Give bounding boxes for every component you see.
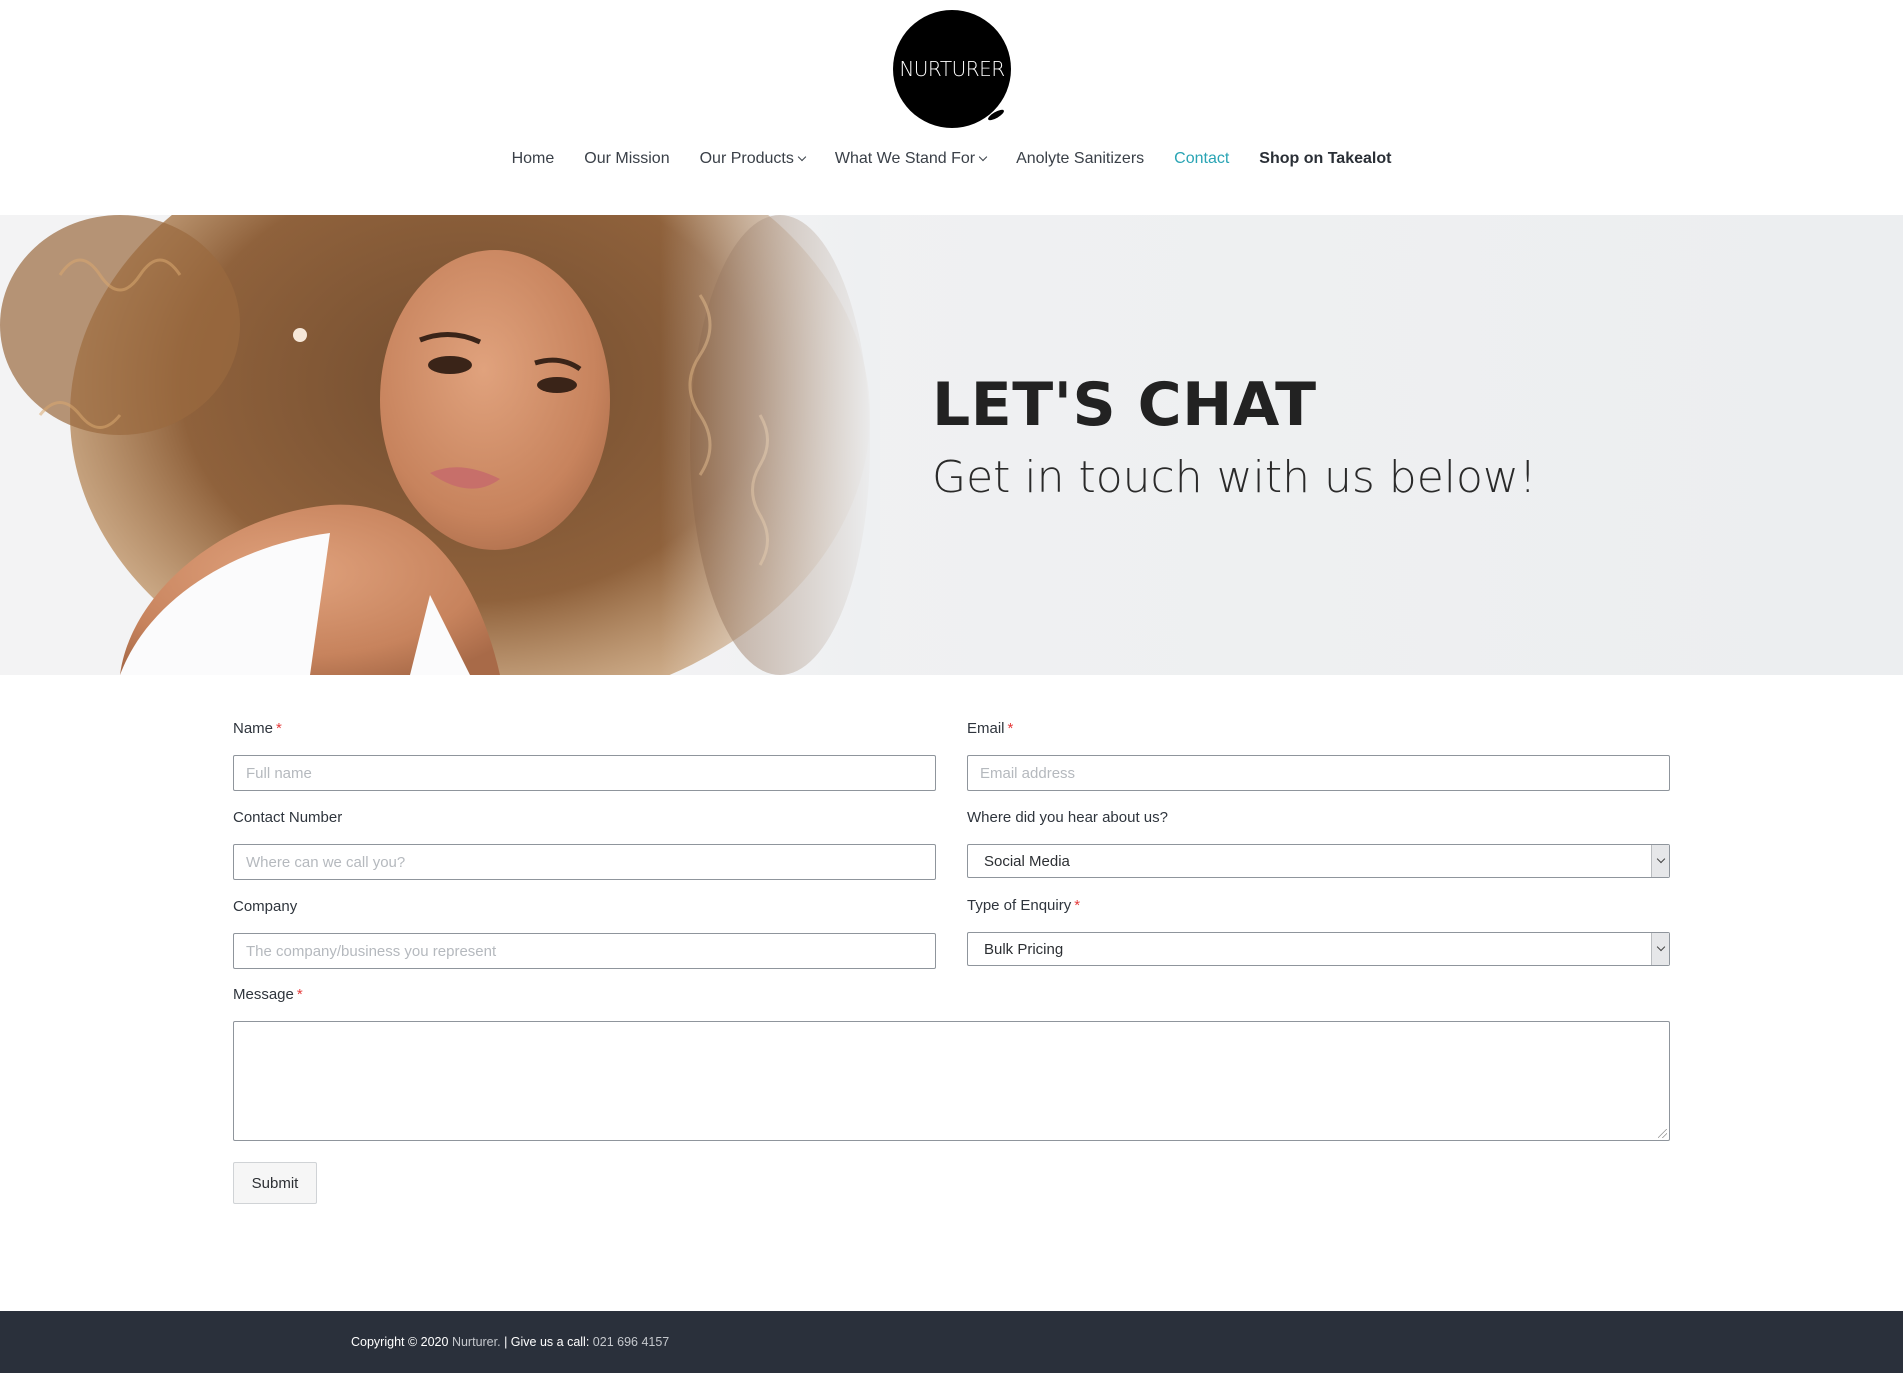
chevron-down-icon [797, 152, 807, 162]
contact-number-label: Contact Number [233, 809, 343, 826]
site-header: NURTURER Home Our Mission Our Products W… [0, 0, 1903, 215]
email-input[interactable] [967, 755, 1670, 791]
nav-home[interactable]: Home [512, 150, 555, 168]
contact-number-field-group: Contact Number [233, 809, 936, 880]
chevron-down-icon [1651, 845, 1669, 877]
nav-our-products[interactable]: Our Products [700, 150, 807, 168]
nav-anolyte-sanitizers[interactable]: Anolyte Sanitizers [1016, 150, 1144, 168]
message-field-group: Message * [233, 986, 303, 1006]
hero-title: LET'S CHAT [932, 370, 1317, 440]
submit-button[interactable]: Submit [233, 1162, 317, 1204]
enquiry-type-field-group: Type of Enquiry * Bulk Pricing [967, 897, 1670, 966]
name-field-group: Name * [233, 720, 936, 791]
message-label: Message * [233, 986, 303, 1003]
name-input[interactable] [233, 755, 936, 791]
email-label: Email * [967, 720, 1014, 737]
email-field-group: Email * [967, 720, 1670, 791]
chevron-down-icon [978, 152, 988, 162]
hero-subtitle: Get in touch with us below! [932, 452, 1537, 503]
footer-brand-link[interactable]: Nurturer. [452, 1335, 501, 1349]
company-label: Company [233, 898, 298, 915]
nav-contact[interactable]: Contact [1174, 150, 1229, 168]
site-footer: Copyright © 2020 Nurturer. | Give us a c… [0, 1311, 1903, 1373]
company-input[interactable] [233, 933, 936, 969]
company-field-group: Company [233, 898, 936, 969]
name-label: Name * [233, 720, 282, 737]
referral-select-value: Social Media [984, 852, 1070, 870]
footer-phone-link[interactable]: 021 696 4157 [593, 1335, 669, 1349]
nav-what-we-stand-for[interactable]: What We Stand For [835, 150, 988, 168]
message-textarea[interactable] [233, 1021, 1670, 1141]
nurturer-logo[interactable]: NURTURER [893, 10, 1011, 128]
nav-shop-on-takealot[interactable]: Shop on Takealot [1259, 150, 1391, 168]
main-nav: Home Our Mission Our Products What We St… [0, 150, 1903, 168]
hero-portrait-image [0, 215, 880, 675]
referral-label: Where did you hear about us? [967, 809, 1168, 826]
contact-number-input[interactable] [233, 844, 936, 880]
enquiry-type-select-value: Bulk Pricing [984, 940, 1064, 958]
referral-field-group: Where did you hear about us? Social Medi… [967, 809, 1670, 878]
logo-text: NURTURER [899, 57, 1005, 81]
resize-handle-icon[interactable] [1658, 1129, 1667, 1138]
hero-banner: LET'S CHAT Get in touch with us below! [0, 215, 1903, 675]
referral-select[interactable]: Social Media [967, 844, 1670, 878]
enquiry-type-select[interactable]: Bulk Pricing [967, 932, 1670, 966]
chevron-down-icon [1651, 933, 1669, 965]
nav-our-mission[interactable]: Our Mission [584, 150, 669, 168]
footer-copyright: Copyright © 2020 Nurturer. | Give us a c… [351, 1335, 670, 1349]
enquiry-type-label: Type of Enquiry * [967, 897, 1081, 914]
